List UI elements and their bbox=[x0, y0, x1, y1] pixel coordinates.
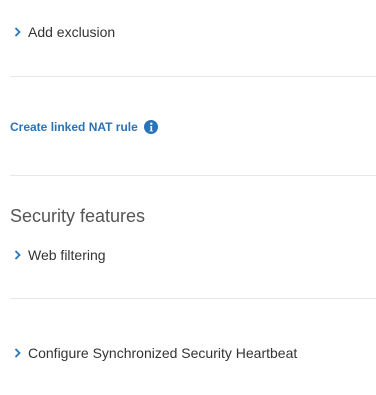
chevron-right-icon bbox=[12, 348, 22, 358]
nat-rule-row: Create linked NAT rule bbox=[10, 120, 158, 134]
info-icon[interactable] bbox=[143, 120, 158, 134]
chevron-right-icon bbox=[12, 250, 22, 260]
web-filtering-toggle[interactable]: Web filtering bbox=[12, 247, 106, 263]
create-linked-nat-rule-link[interactable]: Create linked NAT rule bbox=[10, 120, 138, 134]
add-exclusion-toggle[interactable]: Add exclusion bbox=[12, 24, 115, 40]
web-filtering-label: Web filtering bbox=[28, 247, 106, 263]
divider bbox=[10, 298, 376, 299]
heartbeat-label: Configure Synchronized Security Heartbea… bbox=[28, 345, 298, 361]
divider bbox=[10, 175, 376, 176]
divider bbox=[10, 76, 376, 77]
chevron-right-icon bbox=[12, 27, 22, 37]
heartbeat-toggle[interactable]: Configure Synchronized Security Heartbea… bbox=[12, 345, 297, 361]
add-exclusion-label: Add exclusion bbox=[28, 24, 116, 40]
security-features-heading: Security features bbox=[10, 206, 146, 226]
